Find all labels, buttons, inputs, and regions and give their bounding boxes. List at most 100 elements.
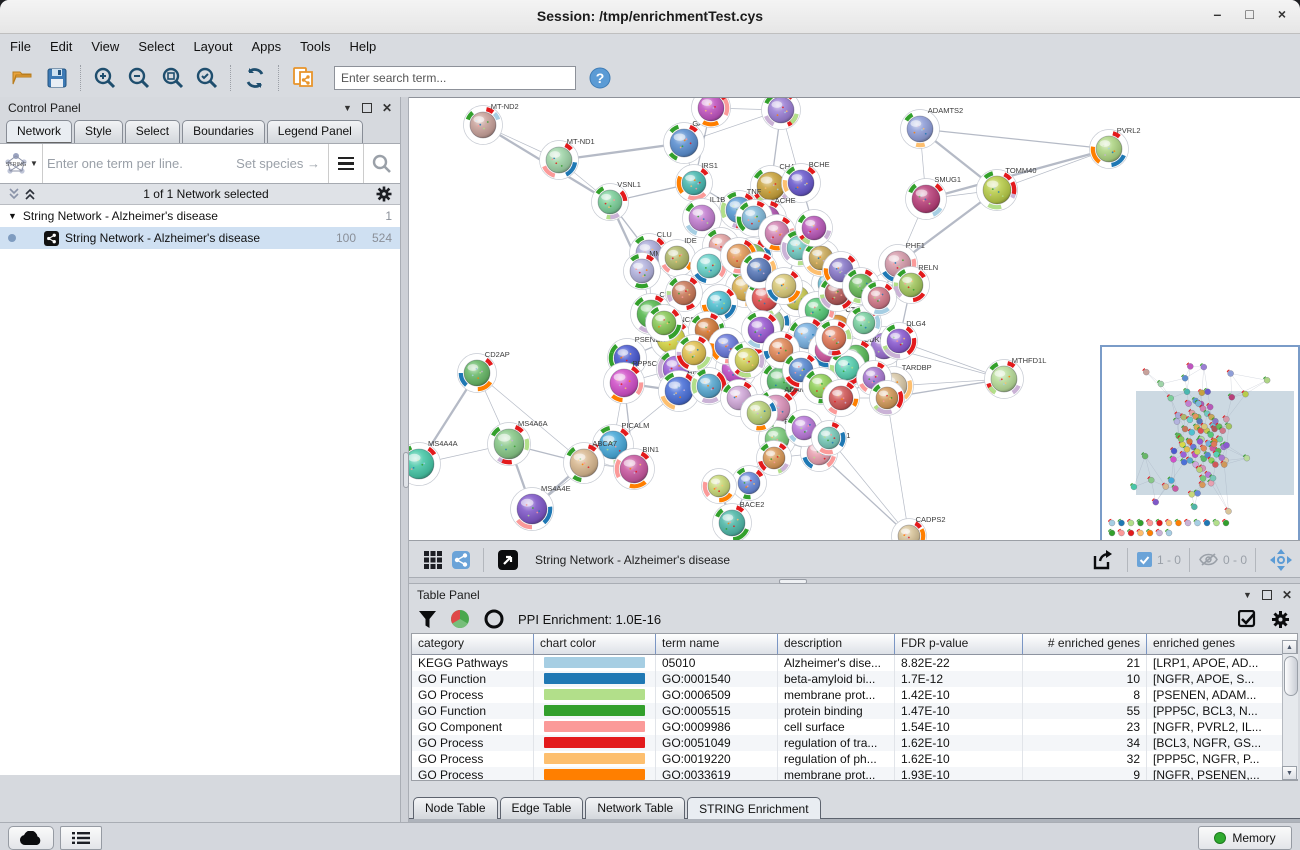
network-node[interactable] xyxy=(741,395,778,432)
column-header-6[interactable]: enriched genes xyxy=(1147,634,1297,654)
network-row-selected[interactable]: String Network - Alzheimer's disease 100… xyxy=(0,227,400,249)
pan-compass-icon[interactable] xyxy=(1266,545,1296,575)
network-node[interactable] xyxy=(823,380,860,417)
string-term-input[interactable] xyxy=(43,156,236,171)
table-row[interactable]: GO ProcessGO:0051049regulation of tra...… xyxy=(412,735,1297,751)
tab-style[interactable]: Style xyxy=(74,120,123,143)
table-row[interactable]: GO ProcessGO:0019220regulation of ph...1… xyxy=(412,751,1297,767)
string-search-icon[interactable] xyxy=(363,144,400,183)
table-vertical-scrollbar[interactable]: ▲ ▼ xyxy=(1282,654,1298,779)
column-header-5[interactable]: # enriched genes xyxy=(1023,634,1147,654)
open-session-button[interactable] xyxy=(7,62,39,94)
network-node-adamts2[interactable]: ADAMTS2 xyxy=(901,106,964,149)
memory-button[interactable]: Memory xyxy=(1198,826,1292,850)
menu-item-file[interactable]: File xyxy=(10,39,31,54)
table-row[interactable]: GO FunctionGO:0005515protein binding1.47… xyxy=(412,703,1297,719)
tab-network-table[interactable]: Network Table xyxy=(585,797,685,819)
table-close-panel-icon[interactable]: ✕ xyxy=(1282,588,1292,602)
save-session-button[interactable] xyxy=(41,62,73,94)
tab-edge-table[interactable]: Edge Table xyxy=(500,797,584,819)
table-panel-splitter[interactable] xyxy=(409,577,1300,584)
column-header-0[interactable]: category xyxy=(412,634,534,654)
network-node-vsnl1[interactable]: VSNL1 xyxy=(592,180,641,221)
network-node-cd2ap[interactable]: CD2AP xyxy=(458,350,510,393)
filter-icon[interactable] xyxy=(419,611,436,628)
menu-item-apps[interactable]: Apps xyxy=(252,39,282,54)
network-node[interactable] xyxy=(796,210,833,247)
network-node-ms4a4e[interactable]: MS4A4E xyxy=(511,484,571,531)
network-node-smug1[interactable]: SMUG1 xyxy=(906,175,962,220)
maximize-button[interactable]: □ xyxy=(1245,6,1253,22)
tree-expand-caret-icon[interactable]: ▼ xyxy=(8,211,17,221)
network-node-dlg4[interactable]: DLG4 xyxy=(881,319,926,360)
network-node-bace2[interactable]: BACE2 xyxy=(713,500,765,541)
network-node[interactable] xyxy=(870,381,905,416)
network-node[interactable] xyxy=(816,320,853,357)
network-node-cadps2[interactable]: CADPS2 xyxy=(892,515,946,541)
network-node[interactable] xyxy=(646,305,683,342)
zoom-out-icon[interactable] xyxy=(123,62,155,94)
table-float-panel-icon[interactable] xyxy=(1262,590,1272,600)
tab-network[interactable]: Network xyxy=(6,120,72,143)
network-node[interactable] xyxy=(812,421,847,456)
network-node[interactable] xyxy=(762,98,801,130)
open-in-window-icon[interactable] xyxy=(494,546,522,574)
network-node-mt-nd1[interactable]: MT-ND1 xyxy=(540,137,595,180)
panel-splitter[interactable] xyxy=(400,97,409,822)
network-node[interactable] xyxy=(766,268,803,305)
search-input[interactable] xyxy=(334,66,576,90)
network-node-ms4a4a[interactable]: MS4A4A xyxy=(409,439,458,486)
string-logo-icon[interactable]: STRING ▼ xyxy=(0,144,43,183)
reset-charts-icon[interactable] xyxy=(484,609,504,629)
table-row[interactable]: GO ProcessGO:0033619membrane prot...1.93… xyxy=(412,767,1297,781)
network-node[interactable] xyxy=(732,466,767,501)
table-row[interactable]: GO ComponentGO:0009986cell surface1.54E-… xyxy=(412,719,1297,735)
table-row[interactable]: GO ProcessGO:0006509membrane prot...1.42… xyxy=(412,687,1297,703)
draw-charts-icon[interactable] xyxy=(450,609,470,629)
network-node-mt-nd2[interactable]: MT-ND2 xyxy=(464,102,519,145)
close-button[interactable]: × xyxy=(1278,6,1286,22)
export-network-icon[interactable] xyxy=(1088,545,1118,575)
expand-all-icon[interactable] xyxy=(24,187,36,201)
menu-item-help[interactable]: Help xyxy=(350,39,377,54)
network-node-tomm40[interactable]: TOMM40 xyxy=(977,166,1037,211)
column-header-1[interactable]: chart color xyxy=(534,634,656,654)
zoom-selected-icon[interactable] xyxy=(191,62,223,94)
tab-node-table[interactable]: Node Table xyxy=(413,797,498,819)
zoom-fit-icon[interactable] xyxy=(157,62,189,94)
network-node[interactable] xyxy=(757,441,792,476)
menu-item-select[interactable]: Select xyxy=(138,39,174,54)
zoom-in-icon[interactable] xyxy=(89,62,121,94)
set-species-label[interactable]: Set species → xyxy=(236,156,328,171)
select-columns-icon[interactable] xyxy=(1238,610,1257,629)
tab-string-enrichment[interactable]: STRING Enrichment xyxy=(687,797,820,819)
network-options-gear-icon[interactable] xyxy=(376,186,392,202)
scroll-up-arrow-icon[interactable]: ▲ xyxy=(1282,640,1297,654)
menu-item-edit[interactable]: Edit xyxy=(50,39,72,54)
menu-item-layout[interactable]: Layout xyxy=(193,39,232,54)
tab-boundaries[interactable]: Boundaries xyxy=(182,120,265,143)
panel-menu-icon[interactable]: ▼ xyxy=(343,103,352,113)
collapse-all-icon[interactable] xyxy=(8,187,20,201)
birds-eye-view[interactable] xyxy=(1100,345,1300,541)
scroll-down-arrow-icon[interactable]: ▼ xyxy=(1282,766,1297,780)
table-settings-gear-icon[interactable] xyxy=(1271,610,1290,629)
table-row[interactable]: GO FunctionGO:0001540beta-amyloid bi...1… xyxy=(412,671,1297,687)
network-node-mthfd1l[interactable]: MTHFD1L xyxy=(985,356,1047,399)
table-panel-menu-icon[interactable]: ▼ xyxy=(1243,590,1252,600)
network-node-ms4a6a[interactable]: MS4A6A xyxy=(488,419,548,466)
tab-select[interactable]: Select xyxy=(125,120,180,143)
column-header-3[interactable]: description xyxy=(778,634,895,654)
network-collection-row[interactable]: ▼ String Network - Alzheimer's disease 1 xyxy=(0,205,400,227)
network-node[interactable] xyxy=(862,281,897,316)
network-node[interactable] xyxy=(702,469,737,504)
column-header-2[interactable]: term name xyxy=(656,634,778,654)
refresh-icon[interactable] xyxy=(239,62,271,94)
menu-item-tools[interactable]: Tools xyxy=(300,39,330,54)
network-node[interactable] xyxy=(676,335,713,372)
table-row[interactable]: KEGG Pathways05010Alzheimer's dise...8.8… xyxy=(412,655,1297,671)
string-menu-icon[interactable] xyxy=(328,144,363,183)
menu-item-view[interactable]: View xyxy=(91,39,119,54)
task-list-button[interactable] xyxy=(60,826,102,850)
column-header-4[interactable]: FDR p-value xyxy=(895,634,1023,654)
